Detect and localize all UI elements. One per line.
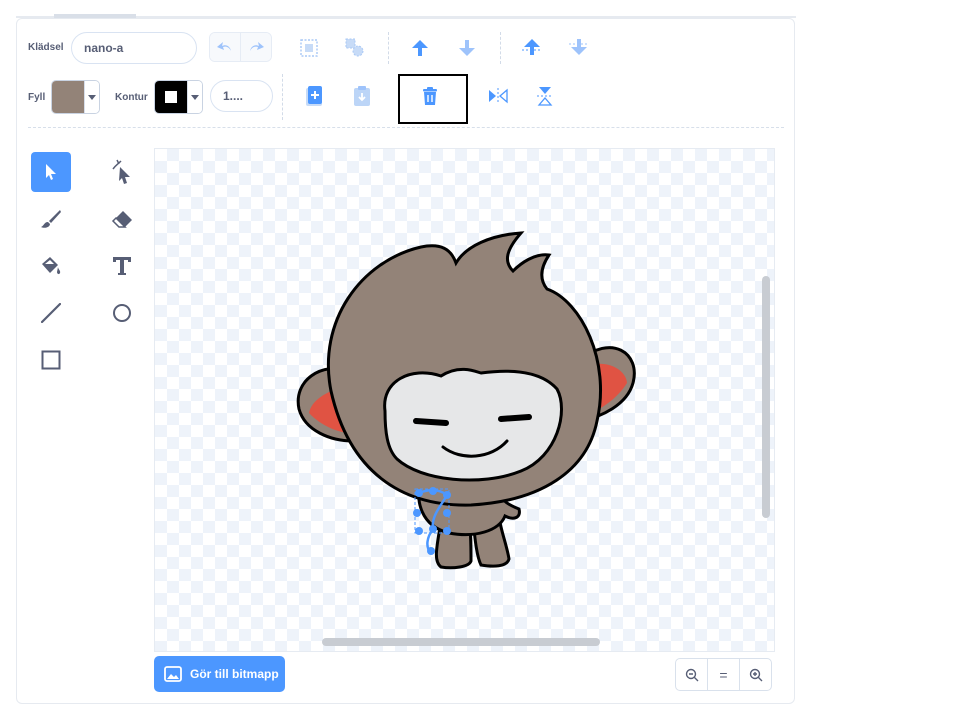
delete-highlight-box — [398, 74, 468, 124]
group-button[interactable] — [295, 34, 323, 62]
back-button[interactable] — [565, 34, 593, 62]
drawing-canvas[interactable] — [154, 148, 775, 652]
toolbar-separator — [500, 32, 501, 64]
copy-button[interactable] — [300, 82, 328, 110]
line-tool[interactable] — [31, 293, 71, 333]
circle-icon — [113, 304, 131, 322]
text-tool[interactable] — [102, 246, 142, 286]
flip-vertical-button[interactable] — [531, 82, 559, 110]
image-icon — [164, 666, 182, 682]
undo-icon — [217, 42, 231, 51]
eraser-tool[interactable] — [102, 199, 142, 239]
chevron-down-icon — [84, 81, 99, 113]
eraser-icon — [111, 211, 132, 228]
ungroup-icon — [345, 38, 364, 57]
copy-icon — [306, 86, 322, 106]
zoom-in-icon — [749, 668, 762, 681]
front-button[interactable] — [518, 34, 546, 62]
back-icon — [569, 39, 589, 55]
front-icon — [522, 39, 542, 55]
undo-redo-group — [209, 32, 272, 62]
reshape-tool[interactable] — [102, 152, 142, 192]
rectangle-tool[interactable] — [31, 340, 71, 380]
zoom-out-button[interactable] — [676, 659, 707, 690]
redo-icon — [250, 42, 264, 51]
undo-button[interactable] — [210, 33, 240, 61]
costume-label: Klädsel — [28, 42, 64, 53]
toolbar-separator — [282, 74, 283, 120]
toolbar-separator — [388, 32, 389, 64]
outline-color-picker[interactable] — [154, 80, 203, 114]
outline-color-swatch — [155, 81, 187, 113]
paste-icon — [354, 86, 370, 106]
brush-tool[interactable] — [31, 199, 71, 239]
zoom-controls: = — [675, 658, 772, 691]
line-icon — [41, 303, 61, 323]
convert-to-bitmap-label: Gör till bitmapp — [190, 667, 279, 681]
flip-horizontal-button[interactable] — [484, 82, 512, 110]
forward-icon — [412, 40, 428, 56]
nano-character-drawing — [296, 231, 636, 570]
zoom-out-icon — [685, 668, 698, 681]
text-icon — [113, 257, 131, 275]
reshape-icon — [112, 159, 130, 184]
zoom-in-button[interactable] — [739, 659, 771, 690]
select-tool[interactable] — [31, 152, 71, 192]
forward-button[interactable] — [406, 34, 434, 62]
vertical-scrollbar[interactable] — [762, 276, 770, 518]
paint-bucket-icon — [42, 257, 61, 275]
fill-color-picker[interactable] — [51, 80, 100, 114]
outline-label: Kontur — [115, 92, 148, 103]
ungroup-button[interactable] — [341, 34, 369, 62]
backward-icon — [459, 40, 475, 56]
paste-button[interactable] — [348, 82, 376, 110]
toolbar-divider — [28, 127, 784, 128]
backward-button[interactable] — [453, 34, 481, 62]
arrow-cursor-icon — [46, 164, 56, 180]
chevron-down-icon — [187, 81, 202, 113]
horizontal-scrollbar[interactable] — [322, 638, 600, 646]
fill-color-swatch — [52, 81, 84, 113]
redo-button[interactable] — [240, 33, 271, 61]
outline-width-input[interactable]: 1.... — [210, 80, 273, 112]
group-icon — [300, 39, 318, 57]
flip-horizontal-icon — [489, 88, 508, 104]
convert-to-bitmap-button[interactable]: Gör till bitmapp — [154, 656, 285, 692]
fill-label: Fyll — [28, 92, 46, 103]
flip-vertical-icon — [537, 87, 553, 106]
rectangle-icon — [41, 350, 61, 370]
brush-icon — [41, 210, 61, 228]
circle-tool[interactable] — [102, 293, 142, 333]
costume-name-input[interactable]: nano-a — [71, 32, 197, 64]
fill-tool[interactable] — [31, 246, 71, 286]
zoom-reset-button[interactable]: = — [707, 659, 739, 690]
